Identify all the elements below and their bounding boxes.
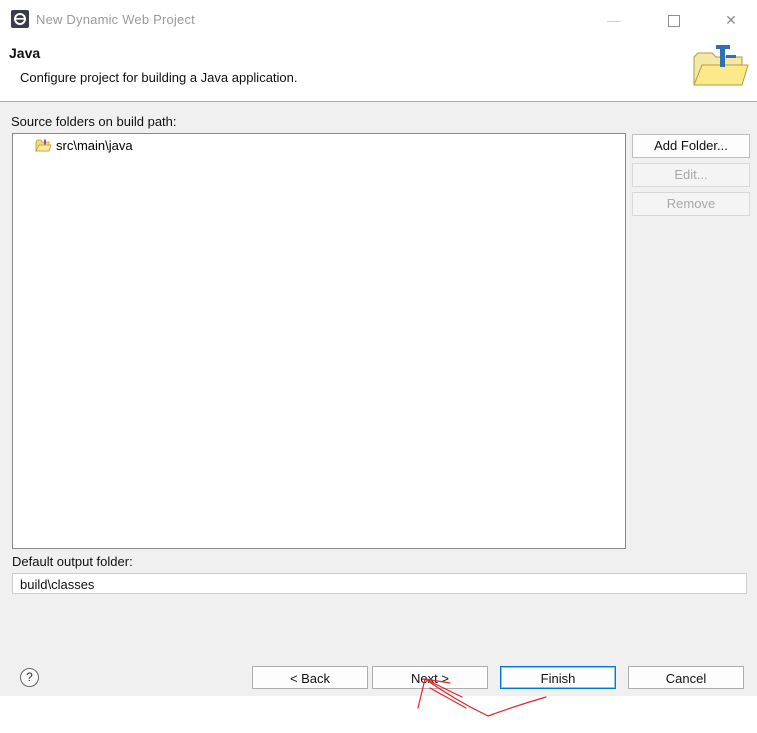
page-description: Configure project for building a Java ap… <box>20 70 298 85</box>
list-item[interactable]: src\main\java <box>35 138 133 153</box>
maximize-icon <box>668 15 680 28</box>
source-folders-list[interactable]: src\main\java <box>12 133 626 549</box>
cancel-button[interactable]: Cancel <box>628 666 744 689</box>
minimize-button[interactable]: — <box>598 8 630 32</box>
title-bar: New Dynamic Web Project — ✕ <box>0 0 757 38</box>
source-folder-label: src\main\java <box>56 138 133 153</box>
eclipse-app-icon <box>11 10 29 28</box>
close-button[interactable]: ✕ <box>715 8 747 32</box>
output-folder-label: Default output folder: <box>12 554 133 569</box>
close-icon: ✕ <box>725 12 737 28</box>
add-folder-button[interactable]: Add Folder... <box>632 134 750 158</box>
wizard-body: Source folders on build path: src\main\j… <box>0 102 757 696</box>
remove-button[interactable]: Remove <box>632 192 750 216</box>
help-icon[interactable]: ? <box>20 668 39 687</box>
source-folder-icon <box>35 139 51 152</box>
java-folder-banner-icon <box>693 45 749 86</box>
next-button[interactable]: Next > <box>372 666 488 689</box>
page-title: Java <box>9 45 41 61</box>
back-button[interactable]: < Back <box>252 666 368 689</box>
minimize-icon: — <box>607 12 621 28</box>
window-title: New Dynamic Web Project <box>36 12 195 27</box>
finish-button[interactable]: Finish <box>500 666 616 689</box>
wizard-header: Java Configure project for building a Ja… <box>0 38 757 101</box>
source-folders-label: Source folders on build path: <box>11 114 177 129</box>
edit-button[interactable]: Edit... <box>632 163 750 187</box>
maximize-button[interactable] <box>658 8 690 32</box>
output-folder-field[interactable]: build\classes <box>12 573 747 594</box>
